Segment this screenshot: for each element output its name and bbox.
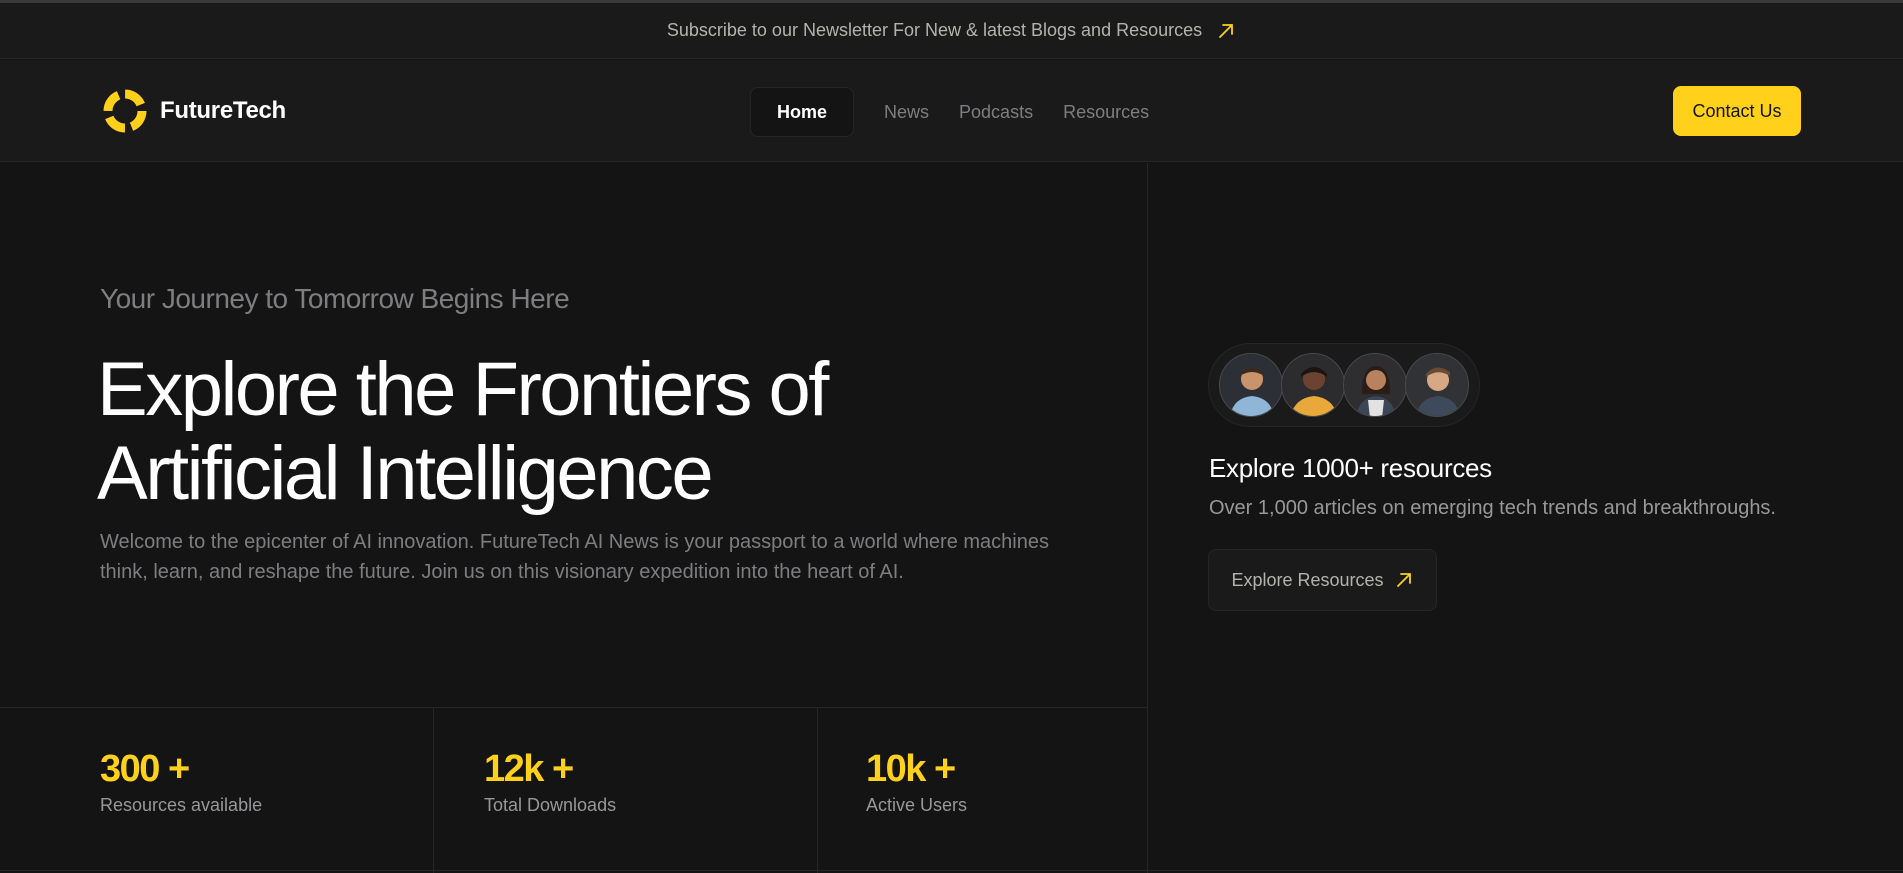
headline-line-2: Artificial Intelligence [97,431,714,516]
bottom-divider [0,870,1903,871]
main-nav: Home News Podcasts Resources [750,87,1149,137]
resources-description: Over 1,000 articles on emerging tech tre… [1209,497,1776,519]
stat-users: 10k + Active Users [866,748,967,816]
newsletter-banner[interactable]: Subscribe to our Newsletter For New & la… [0,3,1903,59]
stat-downloads: 12k + Total Downloads [484,748,616,816]
stat-separator [817,708,818,873]
futuretech-logo-icon [103,89,147,133]
headline-line-1: Explore the Frontiers of [97,347,829,432]
stats-divider [0,707,1147,708]
site-header: FutureTech Home News Podcasts Resources … [0,60,1903,162]
avatar [1281,353,1345,417]
resources-title: Explore 1000+ resources [1209,453,1492,483]
stat-value: 300 + [100,748,190,790]
hero-headline: Explore the Frontiers of Artificial Inte… [97,348,1097,516]
explore-resources-button[interactable]: Explore Resources [1208,549,1437,611]
brand-logo[interactable]: FutureTech [100,86,286,136]
arrow-up-right-icon [1219,23,1234,38]
section-divider [1147,163,1148,873]
page: Subscribe to our Newsletter For New & la… [0,0,1903,873]
stat-label: Active Users [866,795,968,815]
avatar-group [1208,343,1480,427]
nav-home[interactable]: Home [750,87,855,137]
nav-podcasts[interactable]: Podcasts [959,102,1033,123]
banner-text[interactable]: Subscribe to our Newsletter For New & la… [667,20,1202,41]
nav-resources[interactable]: Resources [1063,102,1149,123]
hero-intro: Welcome to the epicenter of AI innovatio… [100,531,1049,583]
stat-label: Resources available [100,795,263,815]
contact-us-button[interactable]: Contact Us [1673,86,1801,136]
arrow-up-right-icon [1396,573,1411,587]
avatar [1405,353,1469,417]
stat-value: 12k + [484,748,574,790]
stat-separator [433,708,434,873]
explore-resources-label: Explore Resources [1231,569,1384,590]
avatar [1219,353,1283,417]
brand-name: FutureTech [160,97,286,124]
avatar [1343,353,1407,417]
stat-label: Total Downloads [484,795,617,815]
stat-value: 10k + [866,748,956,790]
hero-eyebrow: Your Journey to Tomorrow Begins Here [100,283,570,314]
stat-resources: 300 + Resources available [100,748,262,816]
nav-news[interactable]: News [884,102,929,123]
